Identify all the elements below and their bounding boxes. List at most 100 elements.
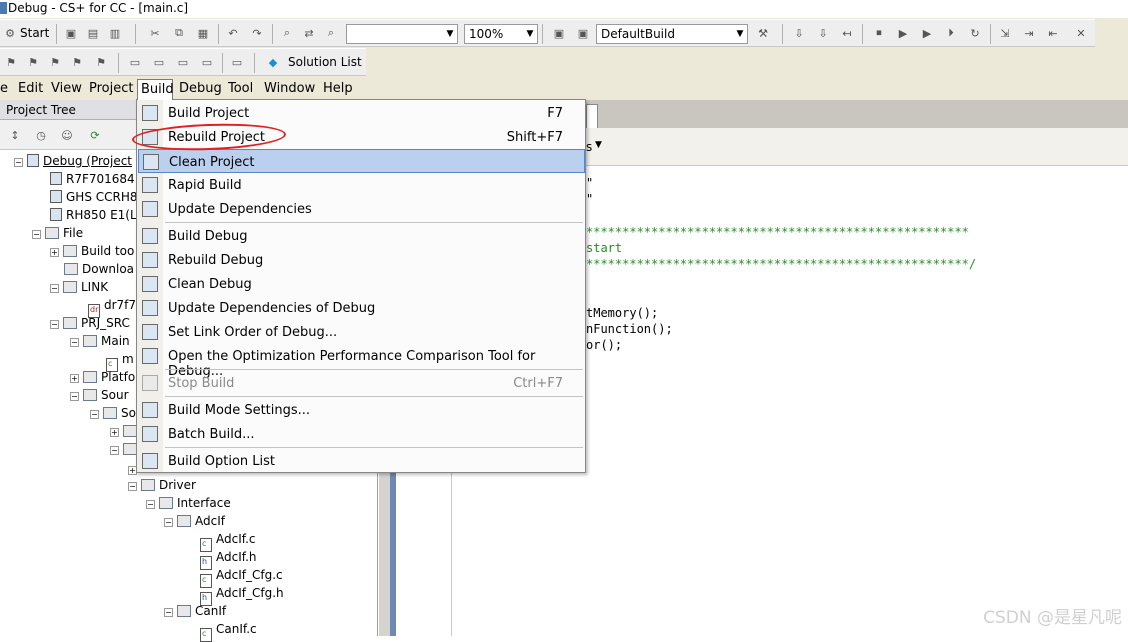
expand-icon[interactable]: + (110, 428, 119, 437)
chevron-down-icon[interactable]: ▼ (595, 140, 602, 150)
rebuild-project-icon[interactable]: ▣ (574, 24, 592, 42)
panel-icon[interactable]: ▭ (150, 53, 168, 71)
collapse-icon[interactable]: − (90, 410, 99, 419)
tree-node[interactable]: − File (32, 226, 83, 240)
undo-icon[interactable]: ↶ (224, 24, 242, 42)
expand-icon[interactable]: + (70, 374, 79, 383)
tree-node[interactable]: GHS CCRH8 (50, 190, 138, 204)
refresh-icon[interactable]: ⟳ (86, 126, 104, 144)
find-icon[interactable]: ⌕ (278, 24, 296, 42)
menu-item-batch-build[interactable]: Batch Build... (138, 422, 585, 446)
tree-node[interactable]: dr dr7f7 (88, 298, 136, 318)
save-icon[interactable]: ▤ (84, 24, 102, 42)
clock-icon[interactable]: ◷ (32, 126, 50, 144)
menu-item-clean-project[interactable]: Clean Project (138, 149, 585, 173)
tree-node[interactable]: − Debug (Project (14, 154, 132, 168)
window-icon[interactable]: ▭ (126, 53, 144, 71)
menu-item-clean-debug[interactable]: Clean Debug (138, 272, 585, 296)
cut-icon[interactable]: ✂ (146, 24, 164, 42)
tree-node[interactable]: cm (106, 352, 134, 372)
tab-main-c[interactable] (586, 104, 598, 128)
tree-node[interactable]: − CanIf (164, 604, 226, 618)
collapse-icon[interactable]: − (110, 446, 119, 455)
menu-item-build-option-list[interactable]: Build Option List (138, 449, 585, 473)
menu-item-rebuild-project[interactable]: Rebuild Project Shift+F7 (138, 125, 585, 149)
menu-project[interactable]: Project (89, 81, 133, 96)
tree-node[interactable]: c AdcIf.c (200, 532, 256, 552)
tree-node[interactable]: − AdcIf (164, 514, 225, 528)
solution-list-icon[interactable]: ◆ (264, 53, 282, 71)
menu-view[interactable]: View (51, 81, 82, 96)
collapse-icon[interactable]: − (50, 284, 59, 293)
menu-edit[interactable]: Edit (18, 81, 43, 96)
collapse-icon[interactable]: − (14, 158, 23, 167)
start-icon[interactable]: ⚙ (2, 24, 18, 42)
reset-run-icon[interactable]: ⏵ (942, 24, 960, 42)
collapse-icon[interactable]: − (146, 500, 155, 509)
menu-tool[interactable]: Tool (228, 81, 253, 96)
user-icon[interactable]: ☺ (58, 126, 76, 144)
tree-node[interactable]: Downloa (64, 262, 134, 276)
tree-node[interactable]: − LINK (50, 280, 108, 294)
menu-item-optimization-tool[interactable]: Open the Optimization Performance Compar… (138, 344, 585, 379)
disconnect-debug-icon[interactable]: ✕ (1072, 24, 1090, 42)
tree-node[interactable]: − Driver (128, 478, 196, 492)
replace-icon[interactable]: ⇄ (300, 24, 318, 42)
disconnect-icon[interactable]: ↤ (838, 24, 856, 42)
solution-list-button[interactable]: Solution List (288, 55, 362, 69)
menu-build[interactable]: Build (137, 79, 174, 100)
menu-file[interactable]: e (0, 81, 8, 96)
menu-item-build-mode-settings[interactable]: Build Mode Settings... (138, 398, 585, 422)
tree-node[interactable]: h AdcIf_Cfg.h (200, 586, 284, 606)
tree-node[interactable]: + Platfo (70, 370, 135, 384)
collapse-icon[interactable]: − (128, 482, 137, 491)
stop-icon[interactable]: ⏹ (870, 24, 888, 42)
menu-window[interactable]: Window (264, 81, 315, 96)
sort-icon[interactable]: ↕ (6, 126, 24, 144)
collapse-icon[interactable]: − (50, 320, 59, 329)
paste-icon[interactable]: ▦ (194, 24, 212, 42)
tree-node[interactable]: c AdcIf_Cfg.c (200, 568, 283, 588)
chevron-down-icon[interactable]: ▼ (733, 25, 747, 43)
build-mode-combo[interactable]: DefaultBuild ▼ (596, 24, 748, 44)
collapse-icon[interactable]: − (164, 608, 173, 617)
menu-item-rapid-build[interactable]: Rapid Build (138, 173, 585, 197)
chevron-down-icon[interactable]: ▼ (443, 25, 457, 43)
step-in-icon[interactable]: ⇲ (996, 24, 1014, 42)
find-in-files-icon[interactable]: ⌕ (322, 24, 340, 42)
download-build-icon[interactable]: ⇩ (814, 24, 832, 42)
panel-icon[interactable]: ▭ (174, 53, 192, 71)
download-icon[interactable]: ⇩ (790, 24, 808, 42)
tree-node[interactable]: − PRJ_SRC (50, 316, 130, 330)
tree-node[interactable]: h AdcIf.h (200, 550, 257, 570)
bookmark-list-icon[interactable]: ⚑ (92, 53, 110, 71)
redo-icon[interactable]: ↷ (248, 24, 266, 42)
go-icon[interactable]: ▶ (918, 24, 936, 42)
expand-icon[interactable]: + (50, 248, 59, 257)
menu-item-update-dependencies[interactable]: Update Dependencies (138, 197, 585, 221)
tree-node[interactable]: c CanIf.c (200, 622, 257, 642)
save-all-icon[interactable]: ▥ (106, 24, 124, 42)
search-combo[interactable]: ▼ (346, 24, 458, 44)
step-over-icon[interactable]: ⇥ (1020, 24, 1038, 42)
copy-icon[interactable]: ⧉ (170, 24, 188, 42)
collapse-icon[interactable]: − (32, 230, 41, 239)
bookmark-icon[interactable]: ⚑ (2, 53, 20, 71)
start-button-label[interactable]: Start (20, 26, 49, 40)
stop-build-icon[interactable]: ⚒ (754, 24, 772, 42)
menu-item-build-debug[interactable]: Build Debug (138, 224, 585, 248)
bookmark-next-icon[interactable]: ⚑ (46, 53, 64, 71)
open-icon[interactable]: ▣ (62, 24, 80, 42)
tree-node[interactable]: − Interface (146, 496, 231, 510)
build-project-icon[interactable]: ▣ (550, 24, 568, 42)
collapse-icon[interactable]: − (164, 518, 173, 527)
zoom-combo[interactable]: 100% ▼ (464, 24, 538, 44)
tree-node[interactable]: + Build too (50, 244, 134, 258)
tree-node[interactable]: − Sour (70, 388, 129, 402)
tree-node[interactable]: R7F701684 (50, 172, 135, 186)
collapse-icon[interactable]: − (70, 338, 79, 347)
menu-help[interactable]: Help (323, 81, 353, 96)
restart-icon[interactable]: ↻ (966, 24, 984, 42)
tree-node[interactable]: RH850 E1(L (50, 208, 137, 222)
menu-item-set-link-order[interactable]: Set Link Order of Debug... (138, 320, 585, 344)
